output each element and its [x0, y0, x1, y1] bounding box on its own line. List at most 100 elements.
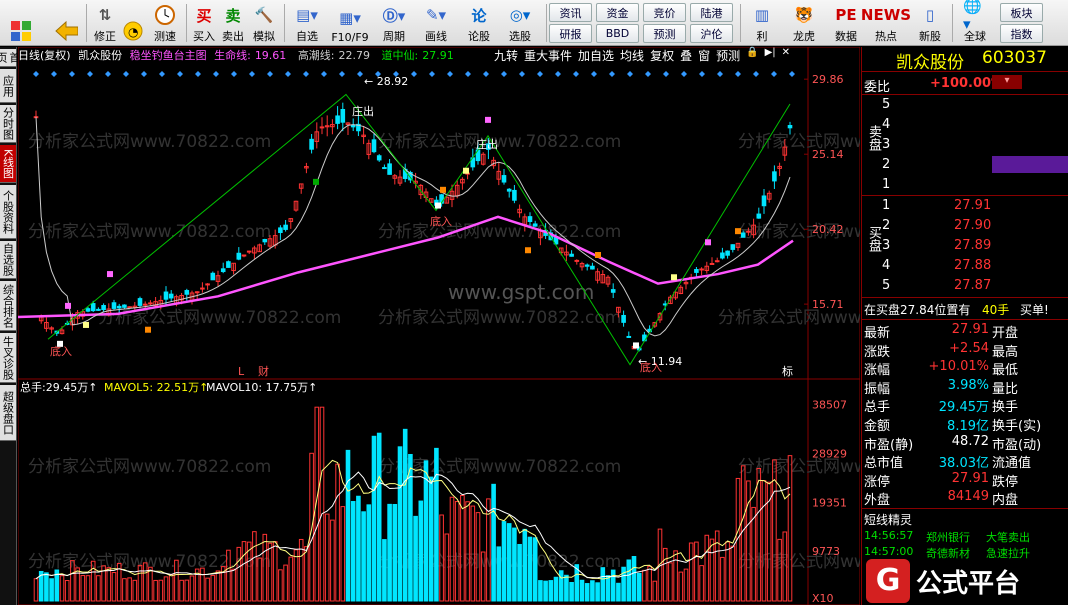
chart-btn-4[interactable]: 复权	[650, 47, 674, 63]
chart-btn-0[interactable]: 九转	[494, 47, 518, 63]
btn-bbd[interactable]: BBD	[596, 24, 639, 43]
panel-stock-code: 603037	[982, 48, 1047, 68]
event-diamond	[249, 71, 255, 77]
stat-row-0: 最新 27.91 开盘	[864, 322, 1019, 341]
bid-level-3: 3 27.89	[882, 238, 992, 253]
event-diamond	[285, 71, 291, 77]
screener-button[interactable]: ◎▾ 选股	[500, 2, 540, 44]
chart-btn-5[interactable]: 叠	[680, 47, 692, 63]
price-tick-1: 25.14	[812, 148, 844, 161]
chart-btn-7[interactable]: 预测	[716, 47, 740, 63]
btn-hk-connect[interactable]: 陆港	[690, 3, 733, 22]
dragon-tiger-button[interactable]: 🐯 龙虎	[786, 2, 822, 44]
buy-marker	[435, 202, 441, 209]
volume-bar	[642, 569, 647, 602]
high-line-label: 高潮线: 22.79	[297, 49, 371, 62]
new-stock-button[interactable]: ▯ 新股	[912, 2, 948, 44]
left-tab-8[interactable]: 超级盘口	[0, 385, 16, 441]
chart-btn-6[interactable]: 窗	[698, 47, 710, 63]
event-diamond	[411, 71, 417, 77]
left-tab-bar: 首页应用分时图 K线图个股资料自选股综合排名牛叉诊股超级盘口	[0, 47, 21, 605]
reset-button[interactable]: ◔	[120, 2, 146, 44]
left-tab-2[interactable]: 分时图	[0, 105, 16, 143]
watchlist-button[interactable]: ▤▾ 自选	[288, 2, 326, 44]
signal-marker	[107, 271, 113, 278]
signal-marker	[485, 116, 491, 123]
event-diamond	[339, 71, 345, 77]
btn-forecast[interactable]: 预测	[643, 24, 686, 43]
volume-bar	[647, 565, 652, 602]
sell-button[interactable]: 卖 卖出	[219, 2, 247, 44]
left-tab-1[interactable]: 应用	[0, 69, 16, 103]
volume-bar	[215, 570, 221, 602]
elf-item-0[interactable]: 14:56:57 郑州银行 大笔卖出	[862, 527, 1068, 544]
simulate-button[interactable]: 🔨 模拟	[249, 2, 279, 44]
speed-test-button[interactable]: 测速	[150, 2, 180, 44]
volume-bar	[418, 500, 424, 602]
volume-bar	[288, 556, 294, 602]
f10-button[interactable]: ▦▾ F10/F9	[328, 2, 372, 44]
event-diamond	[213, 71, 219, 77]
app-grid-button[interactable]	[6, 2, 36, 44]
chart-btn-3[interactable]: 均线	[620, 47, 644, 63]
left-tab-6[interactable]: 综合排名	[0, 281, 16, 331]
btn-news[interactable]: 资讯	[549, 3, 592, 22]
watermark: 分析家公式网www.70822.com	[738, 552, 860, 572]
discuss-icon: 论	[471, 6, 487, 25]
event-diamond	[267, 71, 273, 77]
fix-button[interactable]: ⇅ 修正	[90, 2, 120, 44]
hotspot-button[interactable]: NEWS 热点	[861, 2, 911, 44]
candle-body	[319, 126, 325, 129]
lock-icon[interactable]: 🔒	[746, 47, 758, 63]
volume-bar	[283, 564, 288, 602]
watermark: 分析家公式网www.70822.com	[378, 222, 621, 242]
quote-button[interactable]: ▥ 利	[744, 2, 780, 44]
next-icon[interactable]: ▶|	[765, 47, 776, 63]
volume-bar	[106, 567, 112, 602]
volume-bar	[85, 575, 91, 602]
btn-research[interactable]: 研报	[549, 24, 592, 43]
data-button[interactable]: PE 数据	[828, 2, 864, 44]
btn-funds[interactable]: 资金	[596, 3, 639, 22]
back-button[interactable]	[50, 2, 82, 44]
buy-button[interactable]: 买 买入	[190, 2, 218, 44]
draw-button[interactable]: ✎▾ 画线	[416, 2, 456, 44]
left-tab-4[interactable]: 个股资料	[0, 185, 16, 239]
global-button[interactable]: 🌐▾ 全球	[955, 0, 995, 44]
event-diamond	[789, 71, 795, 77]
elf-item-1[interactable]: 14:57:00 奇德新材 急速拉升	[862, 543, 1068, 560]
left-tab-3[interactable]: K线图	[0, 145, 16, 183]
chart-button-bar: 九转 重大事件 加自选 均线 复权叠窗预测 🔒 ▶| ✕	[494, 47, 796, 63]
btn-sector[interactable]: 板块	[1000, 3, 1043, 22]
volume-bar	[397, 446, 403, 602]
volume-bar	[725, 541, 730, 602]
chart-btn-2[interactable]: 加自选	[578, 47, 614, 63]
candle-body	[772, 171, 777, 182]
candle-body	[350, 124, 356, 128]
left-tab-0[interactable]: 首页	[0, 49, 21, 67]
btn-index[interactable]: 指数	[1000, 24, 1043, 43]
hl	[862, 71, 1068, 72]
chart-canvas[interactable]: 分析家公式网www.70822.com 分析家公式网www.70822.com 分析…	[18, 47, 860, 605]
volume-bar	[517, 543, 522, 602]
period-button[interactable]: Ⓓ▾ 周期	[374, 2, 414, 44]
close-icon[interactable]: ✕	[782, 47, 790, 63]
volume-bar	[616, 582, 621, 602]
btn-auction[interactable]: 竞价	[643, 3, 686, 22]
volume-bar	[434, 447, 439, 602]
chart-btn-1[interactable]: 重大事件	[524, 47, 572, 63]
discuss-button[interactable]: 论 论股	[462, 2, 496, 44]
buy-signal-1: 底入	[50, 344, 72, 358]
mavol5: MAVOL5: 22.51万↑	[104, 381, 208, 394]
kline-chart-area[interactable]: 分析家公式网www.70822.com 分析家公式网www.70822.com 分析…	[18, 47, 860, 605]
event-diamond	[159, 71, 165, 77]
candle-body	[371, 139, 377, 153]
volume-bar	[746, 480, 751, 602]
quote-panel: 凯众股份 603037 委比 +100.00% ▾ 卖盘 5 4 3 2 1 买盘 1 27.91 2 27.…	[861, 47, 1068, 605]
left-tab-7[interactable]: 牛叉诊股	[0, 333, 16, 383]
sell-icon: 卖	[225, 6, 241, 25]
left-tab-5[interactable]: 自选股	[0, 241, 16, 279]
candle-body	[111, 302, 117, 309]
btn-shanghai-london[interactable]: 沪伦	[690, 24, 733, 43]
document-icon: ▦▾	[339, 9, 361, 27]
